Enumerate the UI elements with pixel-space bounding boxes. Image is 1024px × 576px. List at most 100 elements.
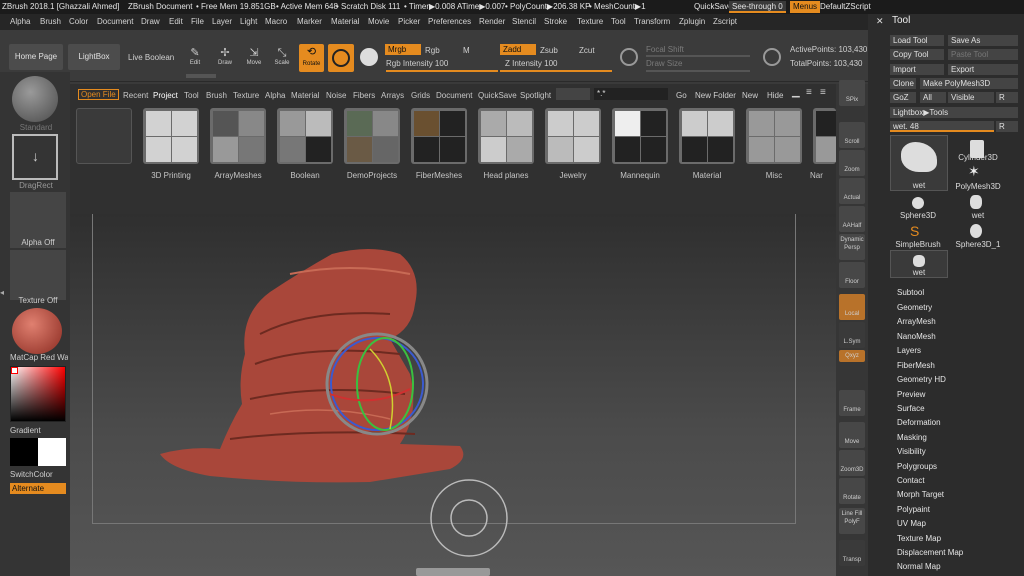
subpalette-fibermesh[interactable]: FiberMesh [897, 361, 935, 370]
save-as-button[interactable]: Save As [948, 35, 1018, 46]
dragrect-stroke-icon[interactable]: ↓ [12, 134, 58, 180]
menu-file[interactable]: File [191, 14, 204, 30]
subpalette-uv-map[interactable]: UV Map [897, 519, 926, 528]
draw-size-slider[interactable] [646, 70, 750, 72]
aahalf-button[interactable]: AAHalf [839, 206, 865, 232]
paste-tool-button[interactable]: Paste Tool [948, 49, 1018, 60]
subpalette-deformation[interactable]: Deformation [897, 418, 941, 427]
tab-brush[interactable]: Brush [206, 91, 227, 100]
r-button[interactable]: R [996, 92, 1018, 103]
menu-transform[interactable]: Transform [634, 14, 670, 30]
m-button[interactable]: M [463, 46, 470, 55]
menu-preferences[interactable]: Preferences [428, 14, 471, 30]
move-view-button[interactable]: Move [839, 422, 865, 448]
scroll-handle[interactable] [186, 74, 216, 78]
subpalette-geometry-hd[interactable]: Geometry HD [897, 375, 946, 384]
folder-boolean[interactable] [277, 108, 333, 164]
edit-button[interactable]: ✎ Edit [183, 46, 207, 72]
close-icon[interactable]: ✕ [876, 16, 884, 27]
home-page-button[interactable]: Home Page [9, 44, 63, 70]
subpalette-texture-map[interactable]: Texture Map [897, 534, 941, 543]
spix-button[interactable]: SPix [839, 80, 865, 106]
rgb-intensity-slider[interactable] [386, 70, 498, 72]
floor-button[interactable]: Floor [839, 262, 865, 288]
tab-open-file[interactable]: Open File [78, 89, 119, 100]
menu-icon[interactable]: ≡ [820, 87, 826, 98]
persp-button[interactable]: Dynamic Persp [839, 234, 865, 260]
scale-button[interactable]: ⤡ Scale [270, 46, 294, 72]
tab-material[interactable]: Material [291, 91, 319, 100]
import-button[interactable]: Import [890, 64, 944, 75]
dynamic-d-icon[interactable] [763, 48, 781, 66]
tab-spotlight[interactable]: Spotlight [520, 91, 551, 100]
zoom-button[interactable]: Zoom [839, 150, 865, 176]
tab-texture[interactable]: Texture [233, 91, 259, 100]
lightbox-button[interactable]: LightBox [68, 44, 120, 70]
material-sphere-icon[interactable] [360, 48, 378, 66]
folder-demoprojects[interactable] [344, 108, 400, 164]
mrgb-button[interactable]: Mrgb [385, 44, 421, 55]
zoom3d-button[interactable]: Zoom3D [839, 450, 865, 476]
lsym-button[interactable]: L.Sym [839, 322, 865, 348]
lightbox-tools-button[interactable]: Lightbox▶Tools [890, 107, 1018, 118]
folder-nar[interactable] [813, 108, 836, 164]
frame-button[interactable]: Frame [839, 390, 865, 416]
folder-fibermeshes[interactable] [411, 108, 467, 164]
left-collapse-icon[interactable]: ◂ [0, 288, 6, 302]
sphere3d-1-icon[interactable] [970, 224, 982, 238]
rotate-view-button[interactable]: Rotate [839, 478, 865, 504]
local-button[interactable]: Local [839, 294, 865, 320]
standard-brush-icon[interactable] [12, 76, 58, 122]
alternate-button[interactable]: Alternate [10, 483, 66, 494]
subpalette-normal-map[interactable]: Normal Map [897, 562, 941, 571]
subpalette-surface[interactable]: Surface [897, 404, 925, 413]
load-tool-button[interactable]: Load Tool [890, 35, 944, 46]
actual-button[interactable]: Actual [839, 178, 865, 204]
menu-stencil[interactable]: Stencil [512, 14, 536, 30]
subpalette-polypaint[interactable]: Polypaint [897, 505, 930, 514]
live-boolean-button[interactable]: Live Boolean [128, 53, 174, 62]
menu-draw[interactable]: Draw [141, 14, 160, 30]
qxyz-button[interactable]: Qxyz [839, 350, 865, 362]
subpalette-polygroups[interactable]: Polygroups [897, 462, 937, 471]
export-button[interactable]: Export [948, 64, 1018, 75]
subpalette-contact[interactable]: Contact [897, 476, 925, 485]
menu-texture[interactable]: Texture [577, 14, 603, 30]
tab-alpha[interactable]: Alpha [265, 91, 285, 100]
see-through-slider[interactable]: See-through 0 [729, 1, 786, 13]
folder-head-planes[interactable] [478, 108, 534, 164]
focal-shift-slider[interactable] [646, 55, 750, 57]
simplebrush-icon[interactable]: S [910, 223, 919, 239]
subpalette-layers[interactable]: Layers [897, 346, 921, 355]
tab-arrays[interactable]: Arrays [381, 91, 404, 100]
scroll-button[interactable]: Scroll [839, 122, 865, 148]
stroke-s-icon[interactable] [620, 48, 638, 66]
z-intensity-slider[interactable] [500, 70, 612, 72]
folder-mannequin[interactable] [612, 108, 668, 164]
tab-fibers[interactable]: Fibers [353, 91, 375, 100]
menu-brush[interactable]: Brush [40, 14, 61, 30]
menu-macro[interactable]: Macro [265, 14, 287, 30]
folder-misc[interactable] [746, 108, 802, 164]
folder-tile-empty[interactable] [76, 108, 132, 164]
menus-button[interactable]: Menus [790, 1, 821, 13]
menu-stroke[interactable]: Stroke [544, 14, 567, 30]
menu-zplugin[interactable]: Zplugin [679, 14, 705, 30]
minimize-icon[interactable]: ▁ [792, 87, 800, 98]
folder-jewelry[interactable] [545, 108, 601, 164]
tab-document[interactable]: Document [436, 91, 472, 100]
zadd-button[interactable]: Zadd [500, 44, 536, 55]
subpalette-arraymesh[interactable]: ArrayMesh [897, 317, 936, 326]
color-picker[interactable] [10, 366, 66, 422]
zsub-button[interactable]: Zsub [540, 46, 558, 55]
subpalette-visibility[interactable]: Visibility [897, 447, 926, 456]
lightbox-search-input[interactable]: *.* [594, 88, 668, 100]
list-icon[interactable]: ≡ [806, 87, 812, 98]
primary-color-swatch[interactable] [10, 438, 38, 466]
subpalette-subtool[interactable]: Subtool [897, 288, 924, 297]
menu-light[interactable]: Light [240, 14, 257, 30]
make-polymesh3d-button[interactable]: Make PolyMesh3D [920, 78, 1018, 89]
folder-3d-printing[interactable] [143, 108, 199, 164]
quicksave-button[interactable]: QuickSave [694, 0, 733, 14]
sphere3d-icon[interactable] [912, 197, 924, 209]
